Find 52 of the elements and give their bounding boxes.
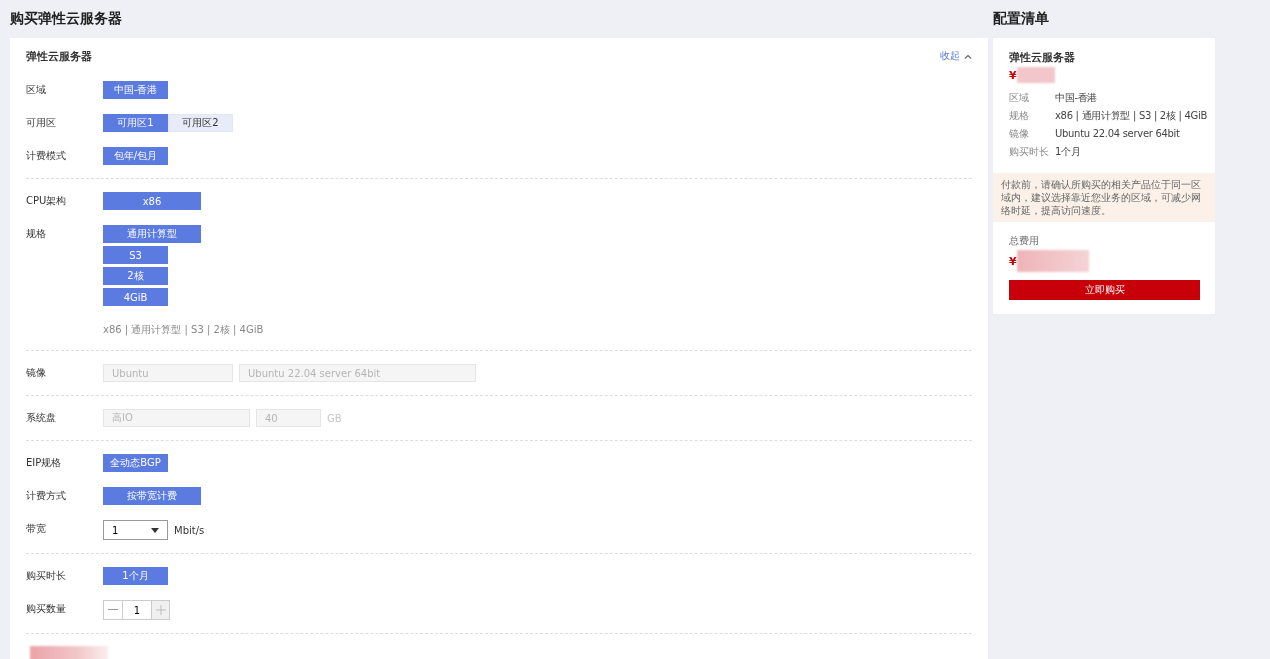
field-label: 区域 [26,83,47,97]
card-title: 弹性云服务器 [26,48,92,64]
quantity-stepper[interactable]: 1 [103,600,170,620]
option-button[interactable]: 全动态BGP [103,454,168,472]
product-title: 弹性云服务器 [1009,50,1076,65]
collapse-link[interactable]: 收起 [940,49,972,63]
notice-text: 付款前，请确认所购买的相关产品位于同一区域内，建议选择靠近您业务的区域，可减少网络时延，提高访问速度。 [993,173,1215,222]
option-button[interactable]: x86 [103,192,201,210]
panel-title: 配置清单 [993,9,1050,27]
caret-down-icon [151,527,159,533]
chevron-up-icon [964,53,972,59]
field-label: 计费方式 [26,489,67,503]
detail-value: Ubuntu 22.04 server 64bit [1055,127,1180,141]
option-button[interactable]: S3 [103,246,168,264]
option-button[interactable]: 中国-香港 [103,81,168,99]
detail-label: 镜像 [1009,127,1030,141]
minus-icon [108,609,118,611]
option-button[interactable]: 按带宽计费 [103,487,201,505]
currency-symbol: ¥ [1009,68,1017,82]
redacted-price [1016,67,1055,83]
detail-label: 区域 [1009,91,1030,105]
field-label: 镜像 [26,366,47,380]
option-button[interactable]: 包年/包月 [103,147,168,165]
plus-icon [155,605,166,615]
unit-label: GB [327,412,342,424]
field-label: EIP规格 [26,456,63,470]
field-label: CPU架构 [26,194,68,208]
bandwidth-select[interactable]: 1 [103,520,168,540]
option-button[interactable]: 可用区2 [168,114,233,132]
field-label: 可用区 [26,116,57,130]
detail-value: x86 | 通用计算型 | S3 | 2核 | 4GiB [1055,109,1207,124]
field-label: 购买数量 [26,602,67,616]
page-title: 购买弹性云服务器 [10,9,123,27]
field-label: 规格 [26,227,47,241]
option-button[interactable]: 1个月 [103,567,168,585]
option-button[interactable]: 2核 [103,267,168,285]
field-label: 计费模式 [26,149,67,163]
currency-symbol: ¥ [1009,254,1017,268]
field-label: 系统盘 [26,411,57,425]
option-button[interactable]: 4GiB [103,288,168,306]
unit-label: Mbit/s [174,524,205,536]
buy-button[interactable]: 立即购买 [1009,280,1200,300]
option-button[interactable]: 可用区1 [103,114,168,132]
field-label: 购买时长 [26,569,67,583]
detail-value: 1个月 [1055,145,1081,159]
option-button[interactable]: 通用计算型 [103,225,201,243]
detail-value: 中国-香港 [1055,91,1098,105]
spec-summary: x86 | 通用计算型 | S3 | 2核 | 4GiB [103,323,264,337]
detail-label: 规格 [1009,109,1030,123]
detail-label: 购买时长 [1009,145,1050,159]
field-label: 带宽 [26,522,47,536]
total-label: 总费用 [1009,234,1040,248]
